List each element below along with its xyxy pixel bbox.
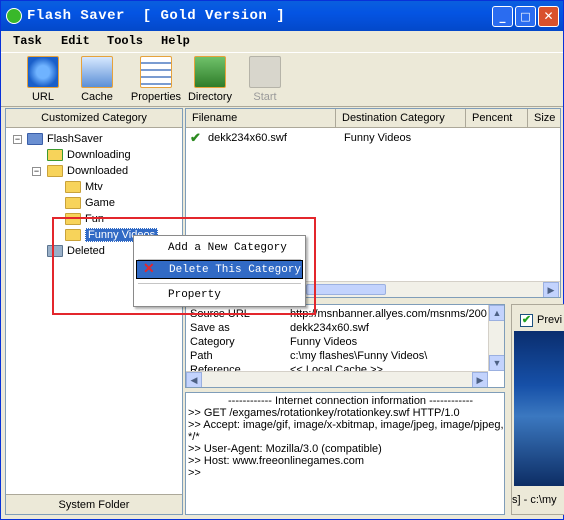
log-line: >> Host: www.freeonlinegames.com — [188, 455, 365, 467]
scroll-up-button[interactable]: ▲ — [489, 305, 504, 321]
tree-label-root: FlashSaver — [47, 133, 103, 145]
scroll-left-button[interactable]: ◀ — [186, 372, 202, 387]
scroll-right-button[interactable]: ▶ — [543, 282, 559, 297]
directory-button-label: Directory — [187, 91, 232, 103]
prop-value-source-url: http://msnbanner.allyes.com/msnms/200 — [290, 308, 487, 320]
tree-label-mtv: Mtv — [85, 181, 103, 193]
cache-button-label: Cache — [81, 91, 113, 103]
log-line: ------------ Internet connection informa… — [228, 395, 474, 407]
tree-node-downloaded[interactable]: Downloaded — [47, 163, 128, 179]
app-window: Flash Saver [ Gold Version ] _ □ ✕ Task … — [0, 0, 564, 520]
prop-key: Category — [190, 336, 235, 348]
log-line: >> User-Agent: Mozilla/3.0 (compatible) — [188, 443, 382, 455]
preview-panel: ✔ Previ s] - c:\my — [511, 304, 564, 515]
url-button-label: URL — [31, 91, 54, 103]
properties-icon — [140, 56, 172, 88]
minimize-button[interactable]: _ — [492, 6, 513, 27]
prop-key: Path — [190, 350, 213, 362]
preview-image — [514, 331, 564, 486]
menu-task[interactable]: Task — [13, 34, 42, 48]
log-line: >> — [188, 467, 201, 479]
tree-node-downloading[interactable]: Downloading — [47, 147, 131, 163]
row-filename: dekk234x60.swf — [208, 132, 287, 144]
start-button-label: Start — [253, 91, 277, 103]
maximize-button[interactable]: □ — [515, 6, 536, 27]
cache-icon — [81, 56, 113, 88]
scroll-thumb[interactable] — [306, 284, 386, 295]
prop-value-path: c:\my flashes\Funny Videos\ — [290, 350, 428, 362]
properties-button-label: Properties — [130, 91, 182, 103]
prop-value-category: Funny Videos — [290, 336, 358, 348]
category-panel-header: Customized Category — [6, 109, 182, 128]
row-destination: Funny Videos — [344, 132, 412, 144]
menu-help[interactable]: Help — [161, 34, 190, 48]
column-header-size[interactable]: Size — [528, 109, 560, 128]
start-icon — [249, 56, 281, 88]
tree-label-game: Game — [85, 197, 115, 209]
column-header-filename[interactable]: Filename — [186, 109, 336, 128]
column-header-percent[interactable]: Pencent — [466, 109, 528, 128]
prop-value-save-as: dekk234x60.swf — [290, 322, 369, 334]
properties-hscrollbar[interactable]: ◀ ▶ — [186, 371, 488, 387]
tree-node-mtv[interactable]: Mtv — [65, 179, 103, 195]
column-header-destination[interactable]: Destination Category — [336, 109, 466, 128]
downloading-folder-icon — [47, 149, 63, 162]
tree-node-flashsaver[interactable]: FlashSaver — [27, 131, 103, 147]
tree-label-downloading: Downloading — [67, 149, 131, 161]
title-bar[interactable]: Flash Saver [ Gold Version ] _ □ ✕ — [1, 1, 563, 31]
tree-node-game[interactable]: Game — [65, 195, 115, 211]
downloaded-folder-icon — [47, 165, 63, 178]
properties-vscrollbar[interactable]: ▲ ▼ — [488, 305, 504, 371]
flash-saver-logo-icon — [6, 8, 22, 24]
tree-label-downloaded: Downloaded — [67, 165, 129, 177]
log-line: >> GET /exgames/rotationkey/rotationkey.… — [188, 407, 460, 419]
folder-icon — [65, 197, 81, 210]
window-title: Flash Saver [ Gold Version ] — [27, 8, 286, 24]
collapse-downloaded-toggle[interactable]: − — [32, 167, 41, 176]
preview-path: s] - c:\my — [512, 494, 557, 506]
start-button[interactable]: Start — [247, 56, 283, 106]
preview-checkbox-label: Previ — [537, 314, 563, 326]
collapse-root-toggle[interactable]: − — [13, 135, 22, 144]
connection-log: ------------ Internet connection informa… — [185, 392, 505, 515]
url-button[interactable]: URL — [25, 56, 61, 106]
directory-button[interactable]: Directory — [187, 56, 233, 106]
close-button[interactable]: ✕ — [538, 6, 559, 27]
menu-edit[interactable]: Edit — [61, 34, 90, 48]
log-line: >> Accept: image/gif, image/x-xbitmap, i… — [188, 419, 504, 431]
check-icon: ✔ — [190, 130, 201, 145]
cache-button[interactable]: Cache — [77, 56, 117, 106]
preview-checkbox[interactable]: ✔ — [520, 314, 533, 327]
annotation-highlight-box — [52, 217, 316, 315]
toolbar: URL Cache Properties Directory Start — [1, 52, 563, 107]
properties-button[interactable]: Properties — [129, 56, 183, 106]
system-folder-tab[interactable]: System Folder — [6, 494, 182, 514]
scroll-down-button[interactable]: ▼ — [489, 355, 504, 371]
folder-icon — [65, 181, 81, 194]
computer-icon — [27, 133, 43, 146]
properties-panel: Source URL http://msnbanner.allyes.com/m… — [185, 304, 505, 388]
scroll-right-button[interactable]: ▶ — [472, 372, 488, 387]
log-line: */* — [188, 431, 200, 443]
ie-icon — [27, 56, 59, 88]
menu-bar: Task Edit Tools Help — [1, 31, 563, 51]
prop-key: Save as — [190, 322, 230, 334]
menu-tools[interactable]: Tools — [107, 34, 143, 48]
directory-icon — [194, 56, 226, 88]
